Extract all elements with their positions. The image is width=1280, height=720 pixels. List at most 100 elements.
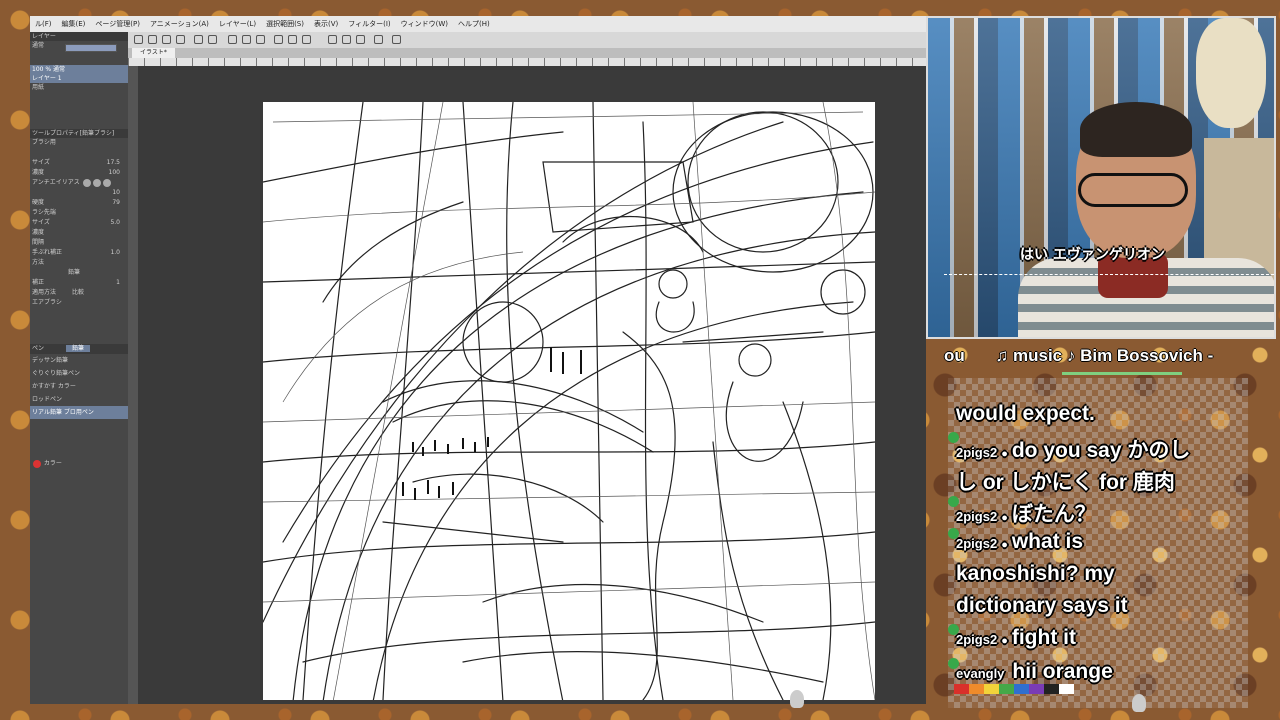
chat-badge-icon [948, 432, 959, 443]
chat-message: dictionary says it [956, 594, 1128, 617]
brush-name: ブラシ用 [32, 139, 56, 146]
chat-message: し or しかにく for 鹿肉 [956, 471, 1175, 494]
brush-item[interactable]: かすかす カラー [30, 380, 128, 393]
chat-username: 2pigs2 [956, 536, 998, 551]
document-tab-bar: イラスト* [128, 48, 926, 58]
prop-apply-method[interactable]: 適用方法 比較 [30, 288, 128, 298]
brush-item[interactable]: ぐりぐり鉛筆ペン [30, 367, 128, 380]
palette-swatch[interactable] [1014, 684, 1029, 694]
color-panel-label[interactable]: カラー [30, 459, 128, 469]
blend-mode-value: 通常 [32, 42, 45, 49]
prop-pencil[interactable]: 鉛筆 [30, 268, 128, 278]
prop-correction[interactable]: 補正 1 [30, 278, 128, 288]
chat-message: 2pigs2 ● fight it [948, 624, 1076, 650]
prop-stabilization[interactable]: 手ぶれ補正 1.0 [30, 248, 128, 258]
prop-value-10[interactable]: 10 [30, 188, 128, 198]
palette-swatch[interactable] [999, 684, 1014, 694]
menu-view[interactable]: 表示(V) [309, 19, 343, 29]
palette-swatch[interactable] [984, 684, 999, 694]
streamer-glasses [1078, 173, 1188, 207]
left-panel-scrollbar[interactable] [128, 32, 138, 704]
special-ruler-icon[interactable] [342, 35, 351, 44]
menu-help[interactable]: ヘルプ(H) [453, 19, 495, 29]
new-icon[interactable] [134, 35, 143, 44]
brush-item[interactable]: リアル鉛筆 ブロ用ペン [30, 406, 128, 419]
chat-message: 2pigs2 ● do you say かのし [948, 432, 1190, 464]
brush-item[interactable]: デッサン鉛筆 [30, 354, 128, 367]
chat-badge-icon [948, 496, 959, 507]
chat-username: 2pigs2 [956, 632, 998, 647]
menu-edit[interactable]: 編集(E) [57, 19, 91, 29]
menu-page[interactable]: ページ管理(P) [90, 19, 145, 29]
deselect-icon[interactable] [274, 35, 283, 44]
crop-icon[interactable] [288, 35, 297, 44]
chat-message: evangly hii orange [948, 658, 1113, 684]
prop-tip-size[interactable]: サイズ 5.0 [30, 218, 128, 228]
chat-overlay: would expect. 2pigs2 ● do you say かのし し or… [948, 378, 1248, 708]
clear-icon[interactable] [228, 35, 237, 44]
layer-item-paper[interactable]: 用紙 [30, 83, 128, 95]
palette-swatch[interactable] [1029, 684, 1044, 694]
prop-hardness[interactable]: 硬度 79 [30, 198, 128, 208]
menu-selection[interactable]: 選択範囲(S) [261, 19, 309, 29]
prop-spacing[interactable]: 間隔 [30, 238, 128, 248]
chat-badge-icon [948, 528, 959, 539]
palette-swatch[interactable] [969, 684, 984, 694]
chat-message: would expect. [956, 402, 1095, 425]
menu-filter[interactable]: フィルター(I) [343, 19, 395, 29]
export-icon[interactable] [176, 35, 185, 44]
chat-message: 2pigs2 ● what is [948, 528, 1083, 554]
document-tab[interactable]: イラスト* [132, 48, 175, 58]
brush-tabs: ペン 鉛筆 [30, 344, 128, 354]
menu-layer[interactable]: レイヤー(L) [214, 19, 261, 29]
mascot-icon [790, 690, 804, 708]
save-icon[interactable] [162, 35, 171, 44]
prop-antialias[interactable]: アンチエイリアス [30, 178, 128, 188]
command-bar [128, 32, 926, 48]
brush-tab-pen[interactable]: ペン [32, 345, 44, 352]
color-palette-strip [954, 684, 1074, 694]
grid-snap-icon[interactable] [356, 35, 365, 44]
menu-file[interactable]: ル(F) [30, 19, 57, 29]
prop-tip-density[interactable]: 濃度 [30, 228, 128, 238]
prop-method[interactable]: 方法 [30, 258, 128, 268]
left-panel: レイヤー 通常 100 % 通常 レイヤー 1 用紙 ツールプロパティ[鉛筆ブラ… [30, 32, 128, 704]
horizontal-ruler [128, 58, 926, 66]
now-playing-ticker: ou ♫ music ♪ Bim Bossovich - [944, 346, 1244, 375]
layer-item-paper-label: 用紙 [32, 84, 45, 91]
layer-opacity-slider[interactable] [65, 44, 117, 52]
transform-icon[interactable] [256, 35, 265, 44]
edit-icon[interactable] [374, 35, 383, 44]
invert-icon[interactable] [302, 35, 311, 44]
brush-item[interactable]: ロッドペン [30, 393, 128, 406]
redo-icon[interactable] [208, 35, 217, 44]
fill-icon[interactable] [242, 35, 251, 44]
help-icon[interactable] [392, 35, 401, 44]
streamer-hair [1080, 102, 1192, 157]
webcam-caption: はい エヴァンゲリオン [1020, 247, 1165, 263]
prop-size[interactable]: サイズ 17.5 [30, 158, 128, 168]
tool-property-header: ツールプロパティ[鉛筆ブラシ] [30, 129, 128, 138]
open-icon[interactable] [148, 35, 157, 44]
ruler-snap-icon[interactable] [328, 35, 337, 44]
prop-density[interactable]: 濃度 100 [30, 168, 128, 178]
palette-swatch[interactable] [1059, 684, 1074, 694]
palette-swatch[interactable] [1044, 684, 1059, 694]
webcam-overlay: はい エヴァンゲリオン [926, 16, 1276, 339]
palette-swatch[interactable] [954, 684, 969, 694]
prop-brush-tip[interactable]: ラシ先端 [30, 208, 128, 218]
chat-badge-icon [948, 658, 959, 669]
layer-item-1[interactable]: 100 % 通常 レイヤー 1 [30, 65, 128, 83]
undo-icon[interactable] [194, 35, 203, 44]
menu-animation[interactable]: アニメーション(A) [145, 19, 214, 29]
chat-username: 2pigs2 [956, 509, 998, 524]
music-progress-bar [1062, 372, 1182, 375]
brush-tab-pencil[interactable]: 鉛筆 [65, 345, 90, 352]
chat-username: 2pigs2 [956, 445, 998, 460]
chat-message: 2pigs2 ● ぼたん？ [948, 496, 1096, 528]
mascot-icon [1132, 694, 1146, 712]
prop-airbrush[interactable]: エアブラシ [30, 298, 128, 308]
now-playing-prefix: ou [944, 346, 965, 365]
menu-window[interactable]: ウィンドウ(W) [396, 19, 453, 29]
sketch-canvas[interactable] [263, 102, 875, 700]
